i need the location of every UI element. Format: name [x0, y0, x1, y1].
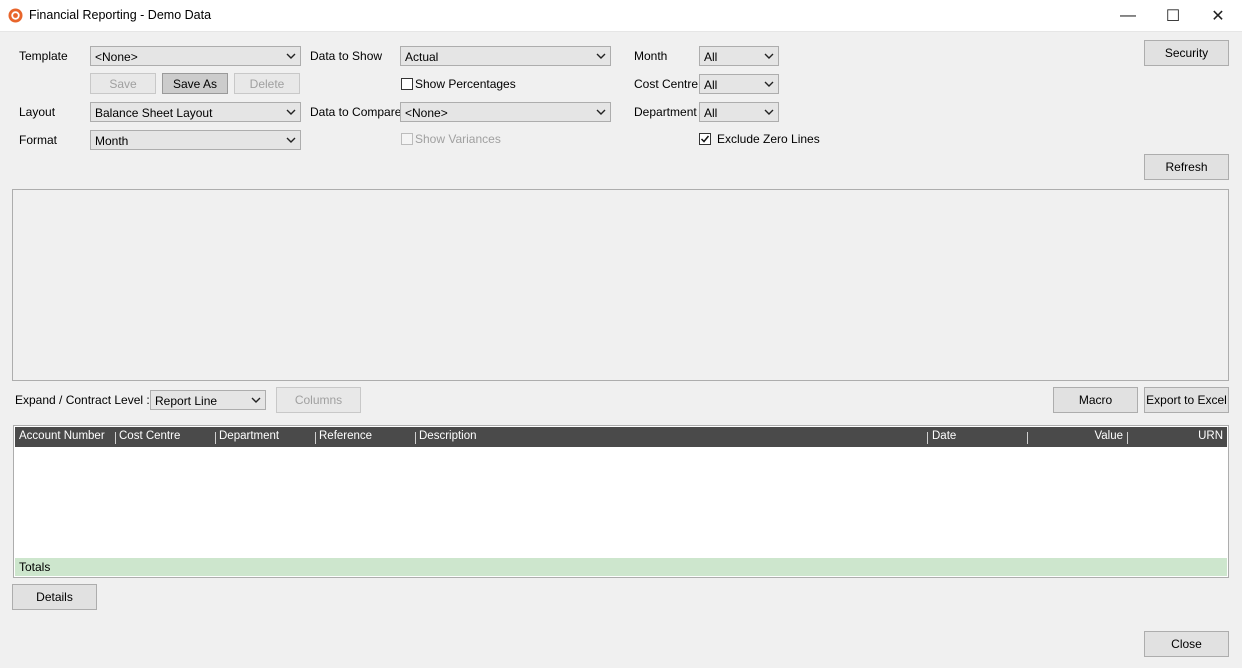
column-separator: [927, 432, 928, 444]
checkmark-icon: [700, 135, 710, 143]
column-header-date[interactable]: Date: [932, 430, 956, 442]
column-separator: [215, 432, 216, 444]
cost-centre-select[interactable]: All: [699, 74, 779, 94]
format-select[interactable]: Month: [90, 130, 301, 150]
refresh-button[interactable]: Refresh: [1144, 154, 1229, 180]
chevron-down-icon: [596, 53, 606, 59]
month-select[interactable]: All: [699, 46, 779, 66]
template-select-value: <None>: [95, 50, 138, 64]
department-select-value: All: [704, 106, 718, 120]
totals-label: Totals: [19, 560, 51, 574]
column-header-account-number[interactable]: Account Number: [19, 430, 105, 442]
data-to-show-value: Actual: [405, 50, 439, 64]
template-select[interactable]: <None>: [90, 46, 301, 66]
column-header-department[interactable]: Department: [219, 430, 279, 442]
layout-label: Layout: [19, 105, 56, 119]
layout-select-value: Balance Sheet Layout: [95, 106, 213, 120]
show-percentages-checkbox[interactable]: [401, 78, 413, 90]
data-to-compare-value: <None>: [405, 106, 448, 120]
chevron-down-icon: [251, 397, 261, 403]
chevron-down-icon: [764, 109, 774, 115]
data-to-show-select[interactable]: Actual: [400, 46, 611, 66]
cost-centre-label: Cost Centre: [634, 77, 699, 91]
security-button[interactable]: Security: [1144, 40, 1229, 66]
column-header-reference[interactable]: Reference: [319, 430, 372, 442]
format-select-value: Month: [95, 134, 129, 148]
template-label: Template: [19, 49, 68, 63]
chevron-down-icon: [286, 137, 296, 143]
chevron-down-icon: [764, 81, 774, 87]
show-variances-checkbox[interactable]: [401, 133, 413, 145]
totals-row: Totals: [15, 558, 1227, 576]
close-window-icon[interactable]: ✕: [1195, 0, 1241, 31]
exclude-zero-lines-checkbox[interactable]: [699, 133, 711, 145]
column-separator: [415, 432, 416, 444]
macro-button[interactable]: Macro: [1053, 387, 1138, 413]
expand-level-label: Expand / Contract Level :: [15, 393, 150, 407]
column-separator: [1127, 432, 1128, 444]
expand-level-select[interactable]: Report Line: [150, 390, 266, 410]
save-button[interactable]: Save: [90, 73, 156, 94]
data-to-compare-label: Data to Compare: [310, 105, 402, 119]
chevron-down-icon: [764, 53, 774, 59]
column-separator: [315, 432, 316, 444]
column-header-value[interactable]: Value: [1031, 430, 1123, 442]
column-separator: [115, 432, 116, 444]
delete-button[interactable]: Delete: [234, 73, 300, 94]
data-to-show-label: Data to Show: [310, 49, 383, 63]
minimize-icon[interactable]: —: [1105, 0, 1151, 31]
month-label: Month: [634, 49, 668, 63]
details-button[interactable]: Details: [12, 584, 97, 610]
layout-select[interactable]: Balance Sheet Layout: [90, 102, 301, 122]
exclude-zero-lines-label: Exclude Zero Lines: [717, 132, 820, 146]
data-to-compare-select[interactable]: <None>: [400, 102, 611, 122]
save-as-button[interactable]: Save As: [162, 73, 228, 94]
column-header-description[interactable]: Description: [419, 430, 477, 442]
app-logo-icon: [8, 8, 23, 23]
cost-centre-select-value: All: [704, 78, 718, 92]
format-label: Format: [19, 133, 58, 147]
chevron-down-icon: [596, 109, 606, 115]
chevron-down-icon: [286, 109, 296, 115]
column-separator: [1027, 432, 1028, 444]
report-panel: [12, 189, 1229, 381]
grid-header: Account Number Cost Centre Department Re…: [15, 427, 1227, 447]
export-to-excel-button[interactable]: Export to Excel: [1144, 387, 1229, 413]
department-label: Department: [634, 105, 697, 119]
column-header-urn[interactable]: URN: [1131, 430, 1223, 442]
maximize-icon[interactable]: ☐: [1150, 0, 1196, 31]
close-button[interactable]: Close: [1144, 631, 1229, 657]
department-select[interactable]: All: [699, 102, 779, 122]
window-title: Financial Reporting - Demo Data: [29, 8, 212, 22]
title-bar: Financial Reporting - Demo Data — ☐ ✕: [0, 0, 1242, 32]
columns-button[interactable]: Columns: [276, 387, 361, 413]
month-select-value: All: [704, 50, 718, 64]
show-variances-label: Show Variances: [415, 132, 501, 146]
column-header-cost-centre[interactable]: Cost Centre: [119, 430, 180, 442]
show-percentages-label: Show Percentages: [415, 77, 516, 91]
chevron-down-icon: [286, 53, 296, 59]
transactions-grid[interactable]: Account Number Cost Centre Department Re…: [13, 425, 1229, 578]
expand-level-value: Report Line: [155, 394, 218, 408]
